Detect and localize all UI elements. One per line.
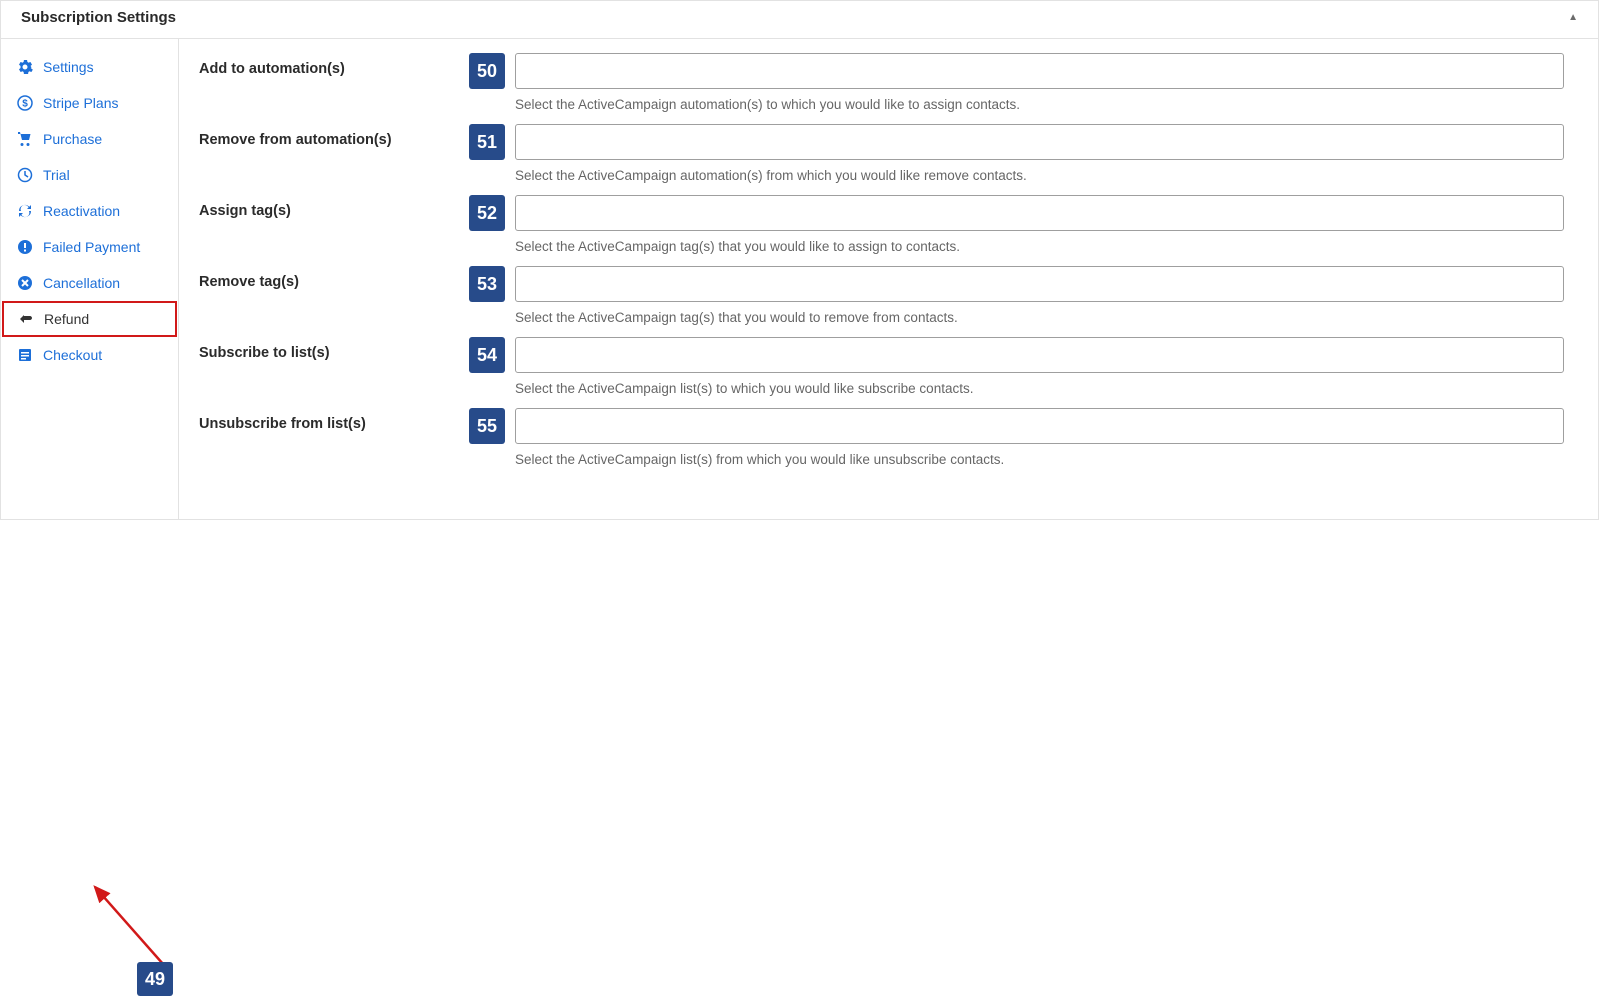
gear-icon: [17, 59, 33, 75]
sidebar-item-failed-payment[interactable]: Failed Payment: [1, 229, 178, 265]
field-help: Select the ActiveCampaign list(s) to whi…: [515, 381, 1564, 396]
field-label: Add to automation(s): [199, 53, 469, 77]
sidebar: Settings $ Stripe Plans Purchase Trial: [1, 39, 179, 519]
sidebar-item-settings[interactable]: Settings: [1, 49, 178, 85]
field-help: Select the ActiveCampaign automation(s) …: [515, 168, 1564, 183]
step-badge: 53: [469, 266, 505, 302]
field-unsubscribe-list: Unsubscribe from list(s) 55 Select the A…: [199, 408, 1564, 467]
sidebar-item-label: Purchase: [43, 131, 102, 147]
sidebar-item-purchase[interactable]: Purchase: [1, 121, 178, 157]
list-unsubscribe-select[interactable]: [515, 408, 1564, 444]
field-remove-from-automation: Remove from automation(s) 51 Select the …: [199, 124, 1564, 183]
field-add-to-automation: Add to automation(s) 50 Select the Activ…: [199, 53, 1564, 112]
step-badge: 54: [469, 337, 505, 373]
tag-assign-select[interactable]: [515, 195, 1564, 231]
sidebar-item-refund[interactable]: Refund: [2, 301, 177, 337]
sidebar-item-label: Settings: [43, 59, 94, 75]
alert-icon: [17, 239, 33, 255]
sidebar-item-trial[interactable]: Trial: [1, 157, 178, 193]
field-help: Select the ActiveCampaign list(s) from w…: [515, 452, 1564, 467]
annotation-badge: 49: [137, 962, 173, 996]
sidebar-item-reactivation[interactable]: Reactivation: [1, 193, 178, 229]
refresh-icon: [17, 203, 33, 219]
field-remove-tag: Remove tag(s) 53 Select the ActiveCampai…: [199, 266, 1564, 325]
sidebar-item-label: Reactivation: [43, 203, 120, 219]
sidebar-item-label: Trial: [43, 167, 70, 183]
main-content: Add to automation(s) 50 Select the Activ…: [179, 39, 1598, 519]
panel-header: Subscription Settings ▲: [1, 1, 1598, 39]
field-assign-tag: Assign tag(s) 52 Select the ActiveCampai…: [199, 195, 1564, 254]
step-badge: 55: [469, 408, 505, 444]
sidebar-item-label: Refund: [44, 311, 89, 327]
panel-body: Settings $ Stripe Plans Purchase Trial: [1, 39, 1598, 519]
sidebar-item-label: Stripe Plans: [43, 95, 118, 111]
sidebar-item-label: Cancellation: [43, 275, 120, 291]
step-badge: 51: [469, 124, 505, 160]
subscription-settings-panel: Subscription Settings ▲ Settings $ Strip…: [0, 0, 1599, 520]
step-badge: 52: [469, 195, 505, 231]
step-badge: 50: [469, 53, 505, 89]
field-label: Remove tag(s): [199, 266, 469, 290]
sidebar-item-label: Checkout: [43, 347, 102, 363]
field-label: Subscribe to list(s): [199, 337, 469, 361]
field-help: Select the ActiveCampaign automation(s) …: [515, 97, 1564, 112]
panel-title: Subscription Settings: [21, 9, 176, 26]
automation-remove-select[interactable]: [515, 124, 1564, 160]
field-label: Unsubscribe from list(s): [199, 408, 469, 432]
field-label: Assign tag(s): [199, 195, 469, 219]
list-icon: [17, 347, 33, 363]
cart-icon: [17, 131, 33, 147]
field-help: Select the ActiveCampaign tag(s) that yo…: [515, 310, 1564, 325]
tag-remove-select[interactable]: [515, 266, 1564, 302]
list-subscribe-select[interactable]: [515, 337, 1564, 373]
collapse-icon[interactable]: ▲: [1568, 12, 1578, 23]
close-circle-icon: [17, 275, 33, 291]
field-help: Select the ActiveCampaign tag(s) that yo…: [515, 239, 1564, 254]
svg-text:$: $: [22, 99, 28, 110]
sidebar-item-label: Failed Payment: [43, 239, 140, 255]
return-icon: [18, 311, 34, 327]
dollar-icon: $: [17, 95, 33, 111]
arrow-icon: [83, 879, 178, 974]
sidebar-item-checkout[interactable]: Checkout: [1, 337, 178, 373]
sidebar-item-cancellation[interactable]: Cancellation: [1, 265, 178, 301]
field-subscribe-list: Subscribe to list(s) 54 Select the Activ…: [199, 337, 1564, 396]
clock-icon: [17, 167, 33, 183]
automation-add-select[interactable]: [515, 53, 1564, 89]
field-label: Remove from automation(s): [199, 124, 469, 148]
sidebar-item-stripe-plans[interactable]: $ Stripe Plans: [1, 85, 178, 121]
